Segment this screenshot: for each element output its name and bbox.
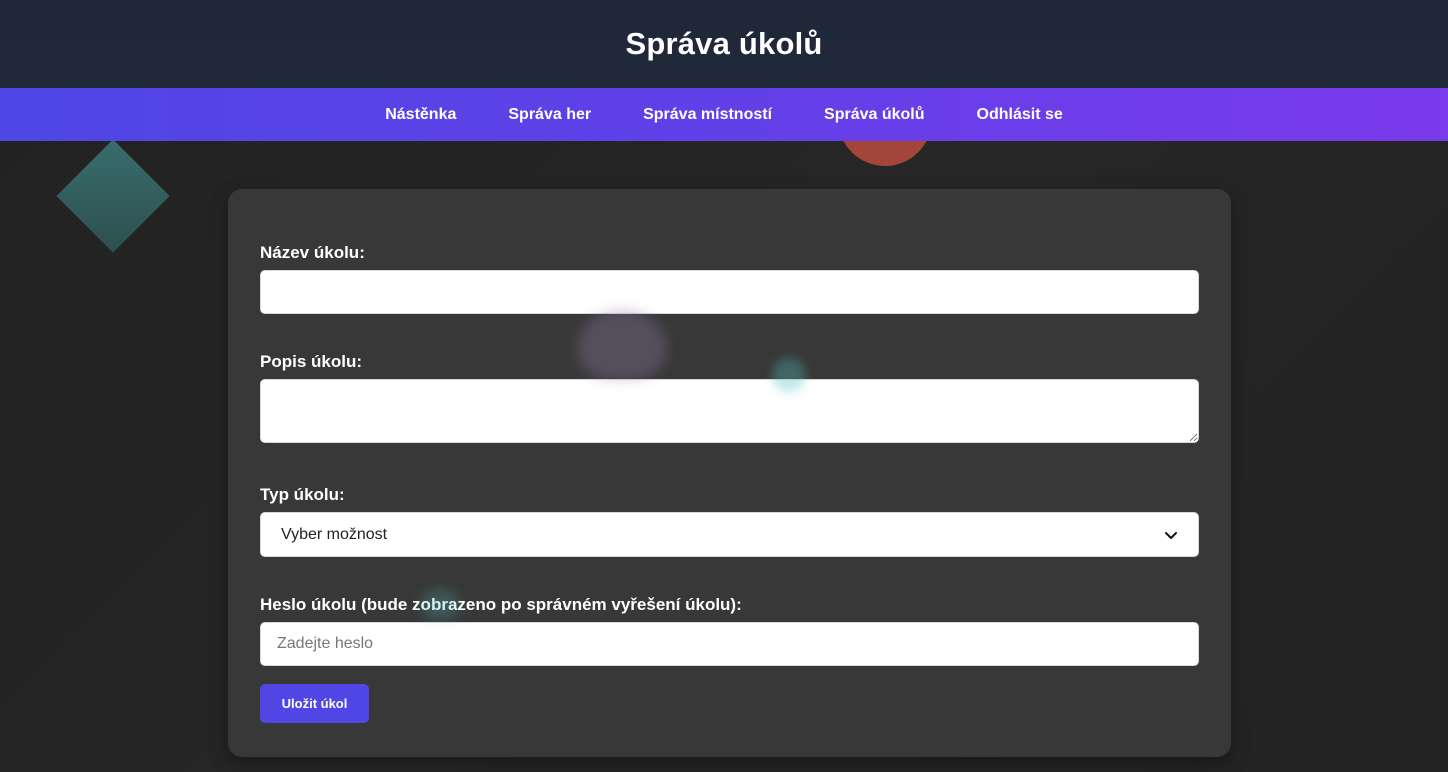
decorative-diamond	[56, 139, 170, 253]
decorative-blob	[420, 590, 460, 620]
nav-item-rooms[interactable]: Správa místností	[643, 106, 772, 124]
page: Správa úkolů Nástěnka Správa her Správa …	[0, 0, 1448, 772]
task-type-select[interactable]: Vyber možnost	[260, 512, 1199, 557]
decorative-blob	[578, 310, 666, 380]
main-nav: Nástěnka Správa her Správa místností Spr…	[0, 88, 1448, 141]
task-name-label: Název úkolu:	[260, 243, 365, 262]
task-type-selected-value: Vyber možnost	[281, 525, 388, 543]
chevron-down-icon	[1165, 531, 1177, 539]
nav-item-dashboard[interactable]: Nástěnka	[385, 106, 456, 124]
task-description-textarea[interactable]	[260, 379, 1199, 443]
nav-item-tasks[interactable]: Správa úkolů	[824, 106, 924, 124]
task-password-label: Heslo úkolu (bude zobrazeno po správném …	[260, 595, 742, 614]
task-password-input[interactable]	[260, 622, 1199, 666]
page-header: Správa úkolů	[0, 0, 1448, 88]
task-description-label: Popis úkolu:	[260, 352, 362, 371]
decorative-blob	[772, 358, 806, 392]
nav-item-logout[interactable]: Odhlásit se	[977, 106, 1063, 124]
task-form-card: Název úkolu: Popis úkolu: Typ úkolu: Vyb…	[228, 189, 1231, 757]
nav-item-games[interactable]: Správa her	[508, 106, 591, 124]
task-name-input[interactable]	[260, 270, 1199, 314]
page-title: Správa úkolů	[625, 26, 823, 61]
task-type-label: Typ úkolu:	[260, 485, 345, 504]
save-task-button[interactable]: Uložit úkol	[260, 684, 369, 723]
